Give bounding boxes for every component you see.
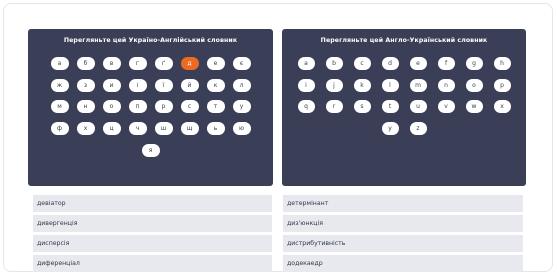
letter-button[interactable]: в xyxy=(102,57,121,70)
letter-button[interactable]: y xyxy=(381,122,399,136)
letter-button[interactable]: a xyxy=(297,57,315,70)
letter-button[interactable]: m xyxy=(409,78,427,92)
letter-button[interactable]: у xyxy=(232,100,251,114)
letter-row: я xyxy=(28,143,273,157)
word-link[interactable]: дистрибутивність xyxy=(283,235,523,252)
letter-button[interactable]: r xyxy=(325,100,343,114)
letter-button[interactable]: к xyxy=(206,78,225,92)
word-link[interactable]: диз'юнкція xyxy=(283,215,523,232)
letter-button[interactable]: v xyxy=(437,100,455,114)
letter-button[interactable]: i xyxy=(297,78,315,92)
letter-row: abcdefgh xyxy=(282,57,526,70)
word-link[interactable]: додекаедр xyxy=(283,255,523,272)
letter-button[interactable]: d xyxy=(381,57,399,70)
letter-row: yz xyxy=(282,122,526,136)
letter-button[interactable]: ч xyxy=(128,122,147,136)
letter-button[interactable]: т xyxy=(206,100,225,114)
letter-row: фхцчшщью xyxy=(28,122,273,136)
letter-button[interactable]: р xyxy=(154,100,173,114)
word-link[interactable]: дивергенція xyxy=(33,215,272,232)
letter-button[interactable]: ї xyxy=(154,78,173,92)
word-link[interactable]: девіатор xyxy=(33,195,272,212)
letter-row: мнопрсту xyxy=(28,100,273,114)
letter-button[interactable]: c xyxy=(353,57,371,70)
word-link[interactable]: диференціал xyxy=(33,255,272,272)
letter-button[interactable]: o xyxy=(465,78,483,92)
letter-grid: абвгґдеє жзиіїйкл мнопрсту фхцчшщью я xyxy=(28,57,273,165)
letter-row: абвгґдеє xyxy=(28,57,273,70)
ukrainian-english-dictionary-panel: Перегляньте цей Україно-Англійський слов… xyxy=(28,29,273,186)
english-ukrainian-dictionary-panel: Перегляньте цей Англо-Український словни… xyxy=(282,29,526,186)
panel-title: Перегляньте цей Україно-Англійський слов… xyxy=(63,37,238,44)
word-link[interactable]: дисперсія xyxy=(33,235,272,252)
letter-button[interactable]: ц xyxy=(102,122,121,136)
letter-button[interactable]: x xyxy=(493,100,511,114)
letter-button[interactable]: ю xyxy=(232,122,251,136)
letter-button[interactable]: ш xyxy=(154,122,173,136)
word-list-left: девіатор дивергенція дисперсія диференціал xyxy=(33,195,272,275)
letter-button[interactable]: л xyxy=(232,78,251,92)
letter-row: qrstuvwx xyxy=(282,100,526,114)
letter-button[interactable]: q xyxy=(297,100,315,114)
letter-button[interactable]: f xyxy=(437,57,455,70)
letter-button[interactable]: j xyxy=(325,78,343,92)
letter-button[interactable]: н xyxy=(76,100,95,114)
letter-button[interactable]: ж xyxy=(50,78,69,92)
letter-button[interactable]: и xyxy=(102,78,121,92)
letter-button[interactable]: ґ xyxy=(154,57,173,70)
word-link[interactable]: детермінант xyxy=(283,195,523,212)
letter-button[interactable]: я xyxy=(141,143,160,157)
letter-button[interactable]: є xyxy=(232,57,251,70)
letter-button[interactable]: х xyxy=(76,122,95,136)
letter-button[interactable]: g xyxy=(465,57,483,70)
letter-button[interactable]: t xyxy=(381,100,399,114)
letter-button[interactable]: г xyxy=(128,57,147,70)
letter-button[interactable]: w xyxy=(465,100,483,114)
letter-button[interactable]: с xyxy=(180,100,199,114)
letter-button[interactable]: l xyxy=(381,78,399,92)
letter-button[interactable]: д xyxy=(180,57,199,70)
letter-row: жзиіїйкл xyxy=(28,78,273,92)
letter-button[interactable]: u xyxy=(409,100,427,114)
letter-button[interactable]: s xyxy=(353,100,371,114)
letter-button[interactable]: а xyxy=(50,57,69,70)
letter-button[interactable]: ь xyxy=(206,122,225,136)
letter-button[interactable]: з xyxy=(76,78,95,92)
letter-button[interactable]: p xyxy=(493,78,511,92)
letter-button[interactable]: м xyxy=(50,100,69,114)
letter-button[interactable]: e xyxy=(409,57,427,70)
letter-button[interactable]: п xyxy=(128,100,147,114)
letter-row: ijklmnop xyxy=(282,78,526,92)
letter-button[interactable]: й xyxy=(180,78,199,92)
letter-button[interactable]: b xyxy=(325,57,343,70)
letter-button[interactable]: щ xyxy=(180,122,199,136)
word-list-right: детермінант диз'юнкція дистрибутивність дод… xyxy=(283,195,523,275)
letter-button[interactable]: k xyxy=(353,78,371,92)
letter-button[interactable]: б xyxy=(76,57,95,70)
letter-button[interactable]: ф xyxy=(50,122,69,136)
letter-grid: abcdefgh ijklmnop qrstuvwx yz xyxy=(282,57,526,144)
letter-button[interactable]: о xyxy=(102,100,121,114)
letter-button[interactable]: і xyxy=(128,78,147,92)
letter-button[interactable]: z xyxy=(409,122,427,136)
letter-button[interactable]: h xyxy=(493,57,511,70)
letter-button[interactable]: n xyxy=(437,78,455,92)
letter-button[interactable]: е xyxy=(206,57,225,70)
panel-title: Перегляньте цей Англо-Український словни… xyxy=(320,37,488,44)
